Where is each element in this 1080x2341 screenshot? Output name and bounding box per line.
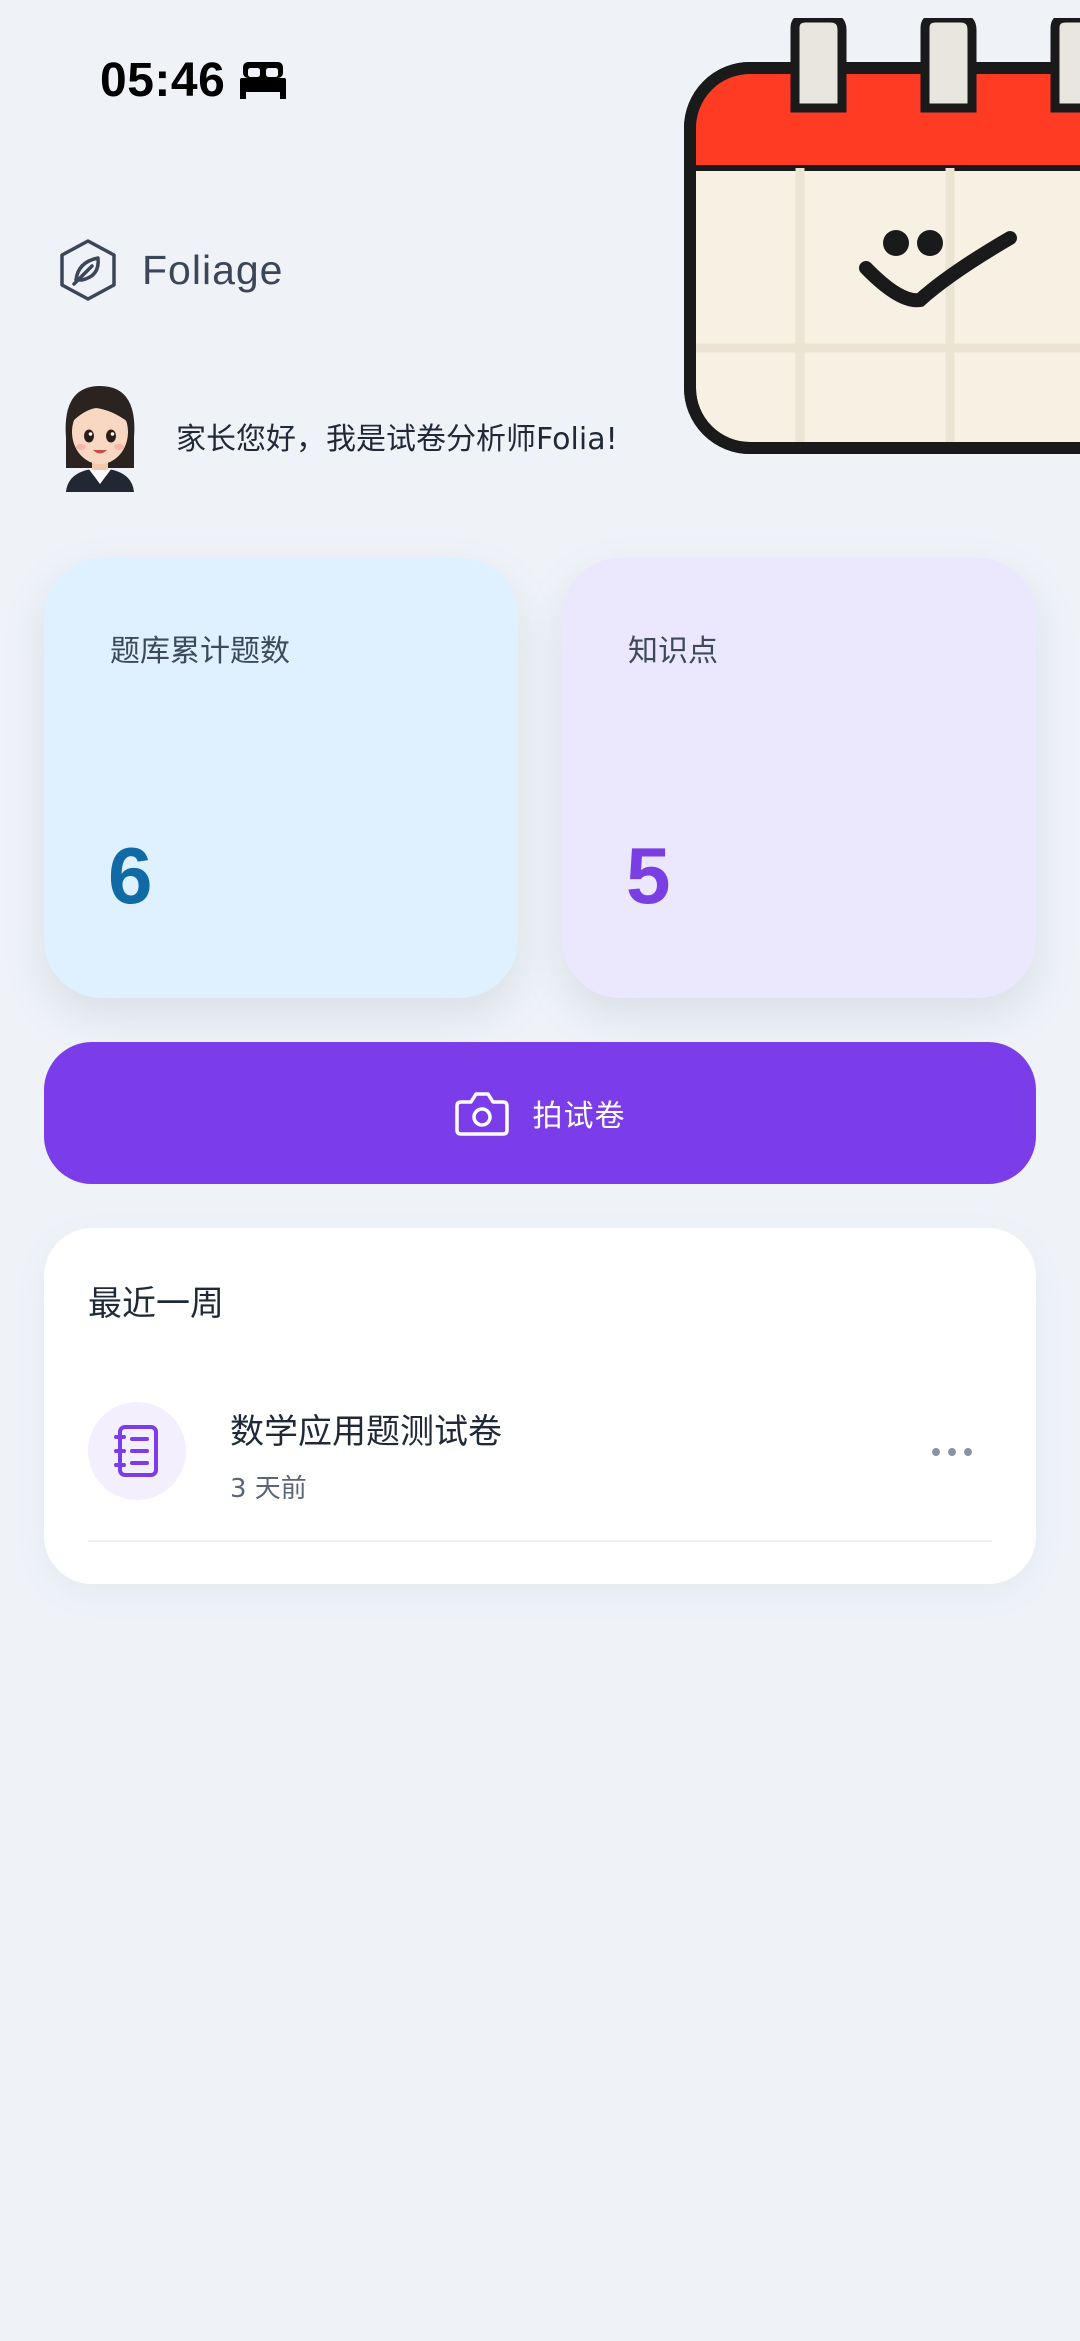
exam-time: 3 天前	[230, 1474, 307, 1504]
brand-name: Foliage	[142, 246, 284, 293]
calendar-smile-icon	[684, 18, 1080, 454]
recent-week-card: 最近一周 数学应用题测试卷 3 天前	[44, 1228, 1036, 1584]
status-time: 05:46	[100, 53, 226, 107]
knowledge-point-label: 知识点	[628, 634, 718, 669]
notebook-icon-badge	[88, 1402, 186, 1500]
more-button[interactable]	[922, 1432, 982, 1472]
status-bar: 05:46	[100, 50, 287, 110]
capture-exam-label: 拍试卷	[532, 1099, 626, 1134]
more-icon	[932, 1448, 972, 1456]
exam-title: 数学应用题测试卷	[230, 1412, 502, 1452]
knowledge-point-value: 5	[626, 831, 671, 920]
capture-exam-button[interactable]: 拍试卷	[44, 1042, 1036, 1184]
brand: Foliage	[58, 238, 283, 302]
question-count-label: 题库累计题数	[110, 634, 290, 669]
avatar	[65, 386, 135, 492]
question-count-value: 6	[108, 831, 153, 920]
notebook-icon	[114, 1425, 158, 1477]
greeting-text: 家长您好，我是试卷分析师Folia!	[176, 422, 618, 457]
knowledge-point-card[interactable]: 知识点 5	[562, 558, 1036, 998]
leaf-hexagon-icon	[60, 239, 116, 301]
bed-icon	[240, 62, 287, 99]
question-count-card[interactable]: 题库累计题数 6	[44, 558, 518, 998]
greeting: 家长您好，我是试卷分析师Folia!	[52, 380, 618, 492]
list-item[interactable]: 数学应用题测试卷 3 天前	[88, 1402, 992, 1542]
recent-week-title: 最近一周	[88, 1284, 224, 1324]
camera-icon	[454, 1092, 509, 1136]
